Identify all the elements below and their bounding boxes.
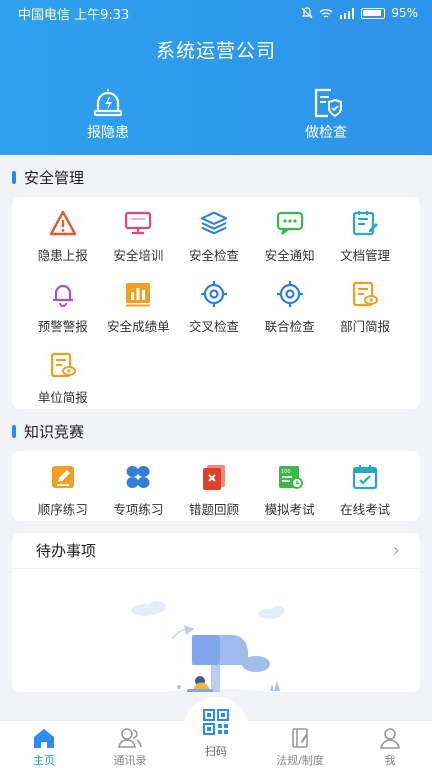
- tab-me[interactable]: 我: [360, 727, 420, 768]
- contest-section-title: 知识竞赛: [12, 421, 84, 442]
- status-right: 95%: [301, 6, 418, 20]
- todo-header[interactable]: 待办事项 ›: [12, 533, 420, 569]
- tab-scan[interactable]: 扫码: [186, 708, 246, 759]
- grid-item-hazard-report[interactable]: 隐患上报: [25, 207, 101, 278]
- wifi-icon: [319, 8, 333, 18]
- warning-triangle-icon: [49, 210, 76, 236]
- grid-item-safety-training[interactable]: 安全培训: [101, 207, 177, 278]
- report-eye-icon: [50, 352, 76, 378]
- svg-text:100: 100: [281, 469, 291, 475]
- header: 中国电信 上午9:33 95% 系统运营公司 报隐患 做检查: [0, 0, 432, 155]
- do-inspection-button[interactable]: 做检查: [266, 88, 386, 142]
- contest-card: 顺序练习 专项练习 错题回顾 100 模拟考试 在线考试: [12, 451, 420, 521]
- grid-item-online-exam[interactable]: 在线考试: [327, 461, 403, 532]
- report-eye-icon: [353, 281, 379, 307]
- four-petal-icon: [126, 466, 150, 488]
- empty-mailbox-illustration: [131, 601, 285, 692]
- alarm-bell-icon: [93, 89, 123, 117]
- grid-item-document-management[interactable]: 文档管理: [327, 207, 403, 278]
- tab-contacts[interactable]: 通讯录: [100, 727, 160, 768]
- target-icon: [276, 281, 303, 307]
- report-hazard-label: 报隐患: [87, 125, 129, 141]
- user-icon: [380, 728, 400, 749]
- inspection-shield-icon: [314, 88, 342, 118]
- monitor-icon: [125, 211, 152, 235]
- bar-chart-icon: [126, 283, 151, 307]
- grid-item-mock-exam[interactable]: 100 模拟考试: [252, 461, 328, 532]
- grid-item-special-practice[interactable]: 专项练习: [101, 461, 177, 532]
- calendar-check-icon: [353, 465, 378, 490]
- error-book-icon: [202, 465, 225, 490]
- battery-icon: [361, 7, 386, 19]
- grid-item-safety-scorecard[interactable]: 安全成绩单: [101, 278, 177, 349]
- todo-card: 待办事项 ›: [12, 533, 420, 692]
- tab-home[interactable]: 主页: [14, 727, 74, 768]
- report-hazard-button[interactable]: 报隐患: [48, 88, 168, 142]
- grid-item-department-brief[interactable]: 部门简报: [327, 278, 403, 349]
- grid-item-sequential-practice[interactable]: 顺序练习: [25, 461, 101, 532]
- battery-level: 95%: [391, 6, 418, 20]
- safety-section-title: 安全管理: [12, 167, 84, 188]
- chevron-right-icon: ›: [392, 540, 400, 561]
- app-title: 系统运营公司: [155, 40, 276, 62]
- grid-item-early-warning[interactable]: 预警警报: [25, 278, 101, 349]
- status-bar: 中国电信 上午9:33 95%: [18, 4, 418, 23]
- pencil-square-icon: [51, 466, 74, 488]
- carrier-time: 中国电信 上午9:33: [18, 7, 130, 23]
- grid-item-unit-brief[interactable]: 单位简报: [25, 349, 101, 420]
- grid-item-cross-inspection[interactable]: 交叉检查: [176, 278, 252, 349]
- tab-regulations[interactable]: 法规/制度: [270, 727, 330, 768]
- do-inspection-label: 做检查: [305, 125, 347, 141]
- bell-icon: [52, 284, 73, 307]
- mute-icon: [301, 7, 313, 19]
- grid-item-safety-notice[interactable]: 安全通知: [252, 207, 328, 278]
- chat-bubble-icon: [276, 211, 303, 235]
- grid-item-error-review[interactable]: 错题回顾: [176, 461, 252, 532]
- signal-icon: [340, 7, 355, 19]
- todo-title: 待办事项: [36, 542, 97, 560]
- home-icon: [34, 729, 54, 748]
- layers-icon: [200, 211, 228, 235]
- document-edit-icon: [353, 211, 379, 236]
- qr-code-icon: [203, 709, 229, 735]
- grid-item-safety-inspection[interactable]: 安全检查: [176, 207, 252, 278]
- grid-item-joint-inspection[interactable]: 联合检查: [252, 278, 328, 349]
- exam-sheet-icon: 100: [278, 466, 303, 489]
- target-icon: [200, 281, 227, 307]
- safety-card: 隐患上报 安全培训 安全检查 安全通知 文档管理 预警警报 安全成绩单 交叉检查…: [12, 197, 420, 409]
- contacts-icon: [118, 728, 142, 748]
- regulation-icon: [292, 728, 308, 748]
